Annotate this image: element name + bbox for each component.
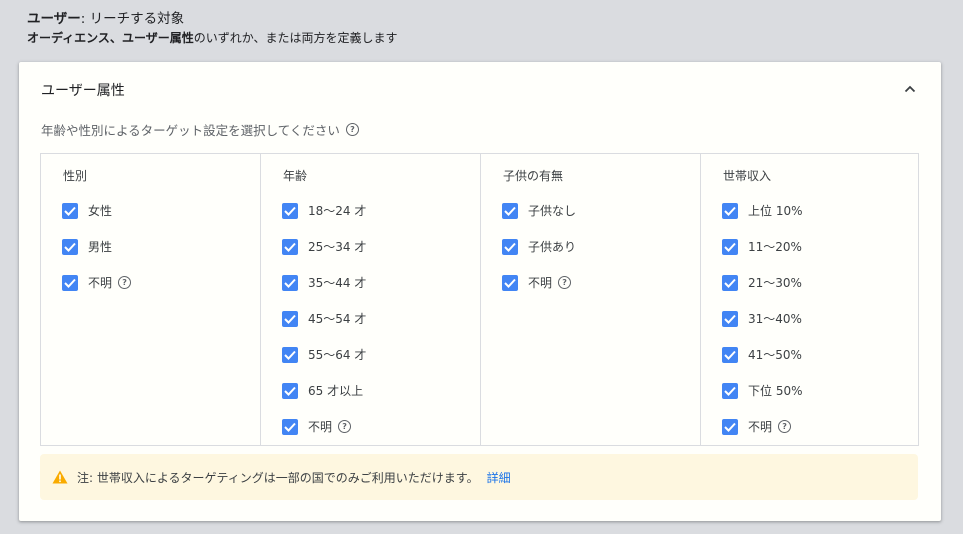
checkbox-label: 35～44 才 <box>308 276 367 290</box>
checkbox-label: 41～50% <box>748 348 802 362</box>
checkbox-label: 65 才以上 <box>308 384 364 398</box>
column-header: 年齢 <box>283 169 308 183</box>
checkbox[interactable] <box>282 418 298 435</box>
checkbox[interactable] <box>502 238 518 255</box>
checkbox-label: 不明 <box>748 420 773 434</box>
checkbox-label: 25～34 才 <box>308 240 367 254</box>
chevron-up-icon <box>903 81 917 100</box>
column-household-income: 世帯収入上位 10% 11～20% 21～30% 31～40% 41～50% 下位 50%… <box>701 154 920 445</box>
checkbox-option[interactable]: 不明? <box>722 418 792 435</box>
checkbox-label: 18～24 才 <box>308 204 367 218</box>
column-header: 子供の有無 <box>503 169 564 183</box>
checkbox-label: 不明 <box>308 420 333 434</box>
checkbox[interactable] <box>282 382 298 399</box>
checkbox-option[interactable]: 41～50% <box>722 346 802 363</box>
notice-text: 注: 世帯収入によるターゲティングは一部の国でのみご利用いただけます。 <box>77 470 479 485</box>
help-icon[interactable]: ? <box>345 123 359 136</box>
checkbox-option[interactable]: 不明? <box>62 274 132 291</box>
column-gender: 性別女性男性不明? <box>41 154 261 445</box>
help-icon[interactable]: ? <box>778 420 792 433</box>
checkbox-option[interactable]: 21～30% <box>722 274 802 291</box>
checkbox-option[interactable]: 18～24 才 <box>282 202 366 219</box>
demographics-grid: 性別女性男性不明? 年齢 18～24 才 25～34 才 35～44 才 45～54 才 5… <box>40 153 919 446</box>
checkbox-label: 不明 <box>88 276 113 290</box>
checkbox-label: 男性 <box>88 240 113 254</box>
checkbox-option[interactable]: 下位 50% <box>722 382 803 399</box>
checkbox[interactable] <box>502 274 518 291</box>
learn-more-link[interactable]: 詳細 <box>487 469 511 486</box>
checkbox[interactable] <box>282 238 298 255</box>
checkbox-option[interactable]: 子供なし <box>502 202 576 219</box>
checkbox-label: 子供あり <box>528 240 577 254</box>
subtitle-rest: のいずれか、または両方を定義します <box>193 31 398 45</box>
demographics-card: ユーザー属性 年齢や性別によるターゲット設定を選択してください ? 性別女性男性… <box>19 62 941 521</box>
checkbox-option[interactable]: 45～54 才 <box>282 310 366 327</box>
checkbox[interactable] <box>722 202 738 219</box>
checkbox[interactable] <box>502 202 518 219</box>
checkbox[interactable] <box>62 202 78 219</box>
section-title-bold: ユーザー <box>27 11 81 27</box>
instruction-text: 年齢や性別によるターゲット設定を選択してください ? <box>41 120 359 139</box>
page: ユーザー: リーチする対象 オーディエンス、ユーザー属性のいずれか、または両方を… <box>0 0 963 534</box>
checkbox-label: 45～54 才 <box>308 312 367 326</box>
column-parental-status: 子供の有無子供なし子供あり不明? <box>481 154 701 445</box>
section-header: ユーザー: リーチする対象 オーディエンス、ユーザー属性のいずれか、または両方を… <box>27 10 943 47</box>
checkbox-label: 11～20% <box>748 240 802 254</box>
help-icon[interactable]: ? <box>558 276 572 289</box>
checkbox-option[interactable]: 55～64 才 <box>282 346 366 363</box>
subtitle-sep: 、 <box>109 31 122 45</box>
column-age: 年齢 18～24 才 25～34 才 35～44 才 45～54 才 55～64 才 65 … <box>261 154 481 445</box>
section-subtitle: オーディエンス、ユーザー属性のいずれか、または両方を定義します <box>27 29 943 47</box>
checkbox[interactable] <box>282 346 298 363</box>
checkbox-label: 31～40% <box>748 312 802 326</box>
checkbox[interactable] <box>722 382 738 399</box>
checkbox-option[interactable]: 上位 10% <box>722 202 803 219</box>
checkbox-option[interactable]: 11～20% <box>722 238 802 255</box>
checkbox[interactable] <box>722 310 738 327</box>
help-icon[interactable]: ? <box>118 276 132 289</box>
checkbox[interactable] <box>62 238 78 255</box>
checkbox-label: 子供なし <box>528 204 577 218</box>
checkbox-label: 上位 10% <box>748 204 803 218</box>
subtitle-demographics: ユーザー属性 <box>121 31 194 45</box>
checkbox[interactable] <box>282 202 298 219</box>
checkbox[interactable] <box>282 310 298 327</box>
checkbox[interactable] <box>62 274 78 291</box>
checkbox-label: 55～64 才 <box>308 348 367 362</box>
checkbox-option[interactable]: 35～44 才 <box>282 274 366 291</box>
checkbox-option[interactable]: 女性 <box>62 202 112 219</box>
column-header: 世帯収入 <box>723 169 772 183</box>
section-title: ユーザー: リーチする対象 <box>27 10 943 28</box>
help-icon[interactable]: ? <box>338 420 352 433</box>
checkbox[interactable] <box>282 274 298 291</box>
checkbox[interactable] <box>722 274 738 291</box>
card-title: ユーザー属性 <box>41 83 125 99</box>
checkbox[interactable] <box>722 418 738 435</box>
section-title-rest: : リーチする対象 <box>80 11 185 27</box>
checkbox-label: 女性 <box>88 204 113 218</box>
checkbox-option[interactable]: 31～40% <box>722 310 802 327</box>
checkbox-label: 下位 50% <box>748 384 803 398</box>
checkbox-option[interactable]: 不明? <box>502 274 572 291</box>
checkbox-option[interactable]: 25～34 才 <box>282 238 366 255</box>
collapse-button[interactable] <box>899 79 921 101</box>
checkbox-option[interactable]: 不明? <box>282 418 352 435</box>
checkbox-option[interactable]: 男性 <box>62 238 112 255</box>
notice-banner: 注: 世帯収入によるターゲティングは一部の国でのみご利用いただけます。 詳細 <box>40 454 918 500</box>
checkbox-option[interactable]: 子供あり <box>502 238 576 255</box>
checkbox-label: 不明 <box>528 276 553 290</box>
checkbox[interactable] <box>722 238 738 255</box>
checkbox-label: 21～30% <box>748 276 802 290</box>
checkbox-option[interactable]: 65 才以上 <box>282 382 363 399</box>
checkbox[interactable] <box>722 346 738 363</box>
instruction-label: 年齢や性別によるターゲット設定を選択してください <box>41 123 340 138</box>
subtitle-audience: オーディエンス <box>27 31 110 45</box>
column-header: 性別 <box>63 169 88 183</box>
warning-icon <box>52 470 68 484</box>
